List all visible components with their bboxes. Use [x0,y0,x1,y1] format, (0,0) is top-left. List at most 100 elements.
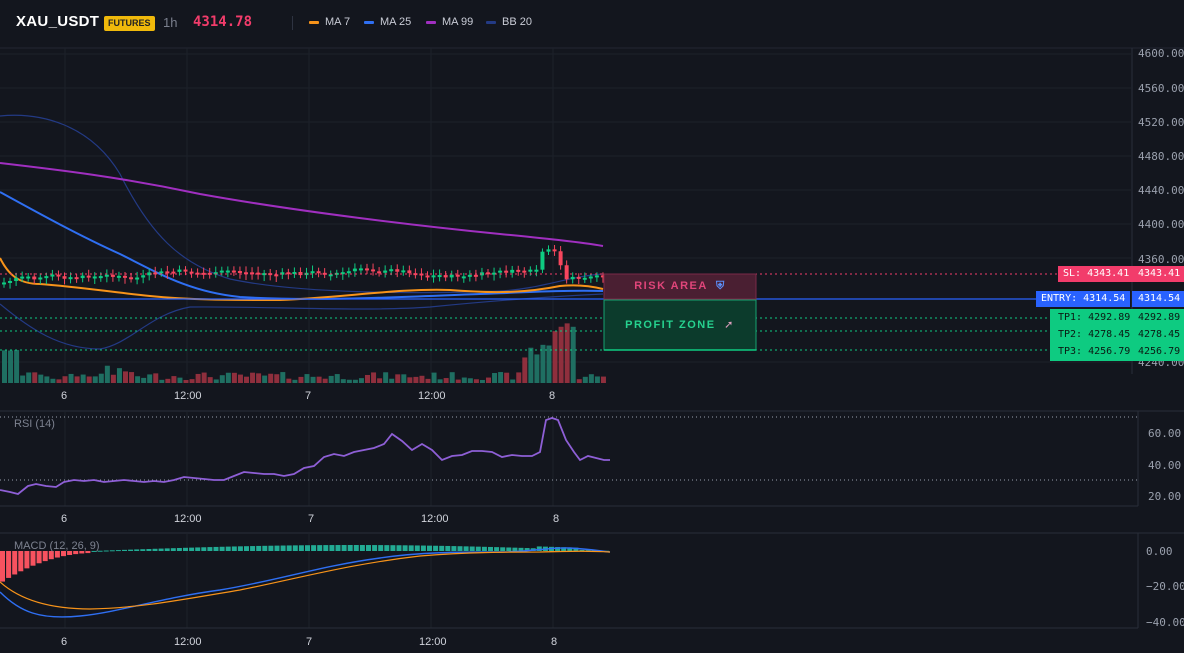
candle-body [407,270,412,274]
macd-pane[interactable]: MACD (12, 26, 9) 0.00 −20.00 −40.00 6 12… [0,532,1184,653]
volume-bar [262,375,268,383]
volume-bar [213,379,219,383]
volume-bar [425,378,431,383]
volume-bar [147,374,153,383]
candle-body [467,274,472,277]
macd-histogram-bar [170,548,176,551]
price-axis-label: 4560.00 [1138,82,1184,95]
macd-histogram-bar [12,551,18,575]
candle-body [352,268,357,272]
macd-histogram-bar [250,546,256,551]
volume-bar [594,376,600,383]
volume-bar [558,326,564,383]
volume-bar [377,378,383,383]
legend-ma25[interactable]: MA 25 [364,16,411,28]
time-axis-label: 6 [61,513,68,525]
volume-bar [316,376,322,383]
volume-bar [171,376,177,383]
chart-header: XAU_USDT FUTURES 1h 4314.78 MA 7 MA 25 M… [0,0,1184,48]
candle-body [431,275,436,278]
volume-bar [286,378,292,383]
candle-body [110,274,115,277]
sl-label: SL: 4343.41 [1063,268,1130,279]
candle-body [32,276,37,280]
volume-bar [310,376,316,383]
volume-bar [92,376,98,383]
macd-histogram-bar [152,548,158,551]
price-pane[interactable]: 4600.00 4560.00 4520.00 4480.00 4440.00 … [0,44,1184,417]
volume-bar [256,373,262,383]
volume-bar [358,378,364,383]
candle-body [129,277,134,280]
legend-ma99[interactable]: MA 99 [426,16,473,28]
volume-bars [2,323,606,383]
volume-bar [26,372,32,383]
macd-histogram-bar [225,546,231,551]
volume-bar [44,376,50,383]
legend-ma7[interactable]: MA 7 [309,16,350,28]
candle-body [528,269,533,272]
volume-bar [86,376,92,383]
tp1-tag: TP1: 4292.89 [1052,310,1136,326]
symbol-title[interactable]: XAU_USDT [16,13,99,30]
tp2-tag: TP2: 4278.45 [1052,327,1136,343]
candle-body [2,282,6,285]
volume-bar [123,371,128,383]
macd-axis-label: −20.00 [1146,580,1184,593]
volume-bar [177,377,183,383]
candle-body [189,271,194,274]
volume-bar [486,377,491,383]
candle-body [377,271,382,274]
volume-bar [32,372,38,383]
volume-bar [153,373,159,383]
volume-bar [322,378,328,383]
volume-bar [189,379,195,383]
tp1-label: TP1: 4292.89 [1058,312,1131,323]
volume-bar [250,372,256,383]
rsi-axis-label: 60.00 [1148,427,1182,440]
candle-body [504,270,509,273]
candle-body [171,271,176,274]
volume-bar [298,376,304,383]
volume-bar [383,372,389,383]
macd-histogram-bar [512,547,518,551]
macd-histogram-bar [256,545,262,551]
macd-histogram-bar [286,545,292,551]
legend-swatch [426,20,436,24]
macd-histogram-bar [6,551,12,578]
candle-body [534,269,539,272]
candlesticks [2,244,605,289]
candle-body [80,275,85,279]
macd-histogram-bar [0,551,5,582]
timeframe-label[interactable]: 1h [163,15,177,30]
candle-body [135,277,140,280]
candle-body [365,268,369,271]
candle-body [310,271,315,274]
time-axis-label: 6 [61,390,68,402]
macd-chart-svg[interactable] [0,532,1184,653]
volume-bar [56,379,62,383]
legend-bb20[interactable]: BB 20 [486,16,532,28]
volume-bar [110,374,116,383]
volume-bar [582,376,588,383]
volume-bar [352,379,358,383]
macd-histogram-bar [298,545,304,551]
macd-histogram-bar [24,551,30,569]
volume-bar [461,377,467,383]
time-axis-label: 12:00 [419,636,447,648]
price-axis-label: 4600.00 [1138,47,1184,60]
price-chart-svg[interactable] [0,44,1184,417]
volume-bar [443,378,449,383]
macd-histogram-bar [414,545,420,551]
candle-body [461,276,466,279]
macd-histogram-bar [341,545,347,551]
macd-line [0,547,611,618]
candle-body [473,274,478,277]
macd-histogram-bar [42,551,48,562]
macd-histogram-bar [402,545,408,551]
rsi-pane[interactable]: RSI (14) 60.00 40.00 20.00 6 12:00 7 12:… [0,410,1184,532]
tp3-price-tag: 4256.79 [1132,344,1184,360]
volume-bar [328,375,334,383]
volume-bar [129,372,135,383]
volume-bar [68,373,74,383]
